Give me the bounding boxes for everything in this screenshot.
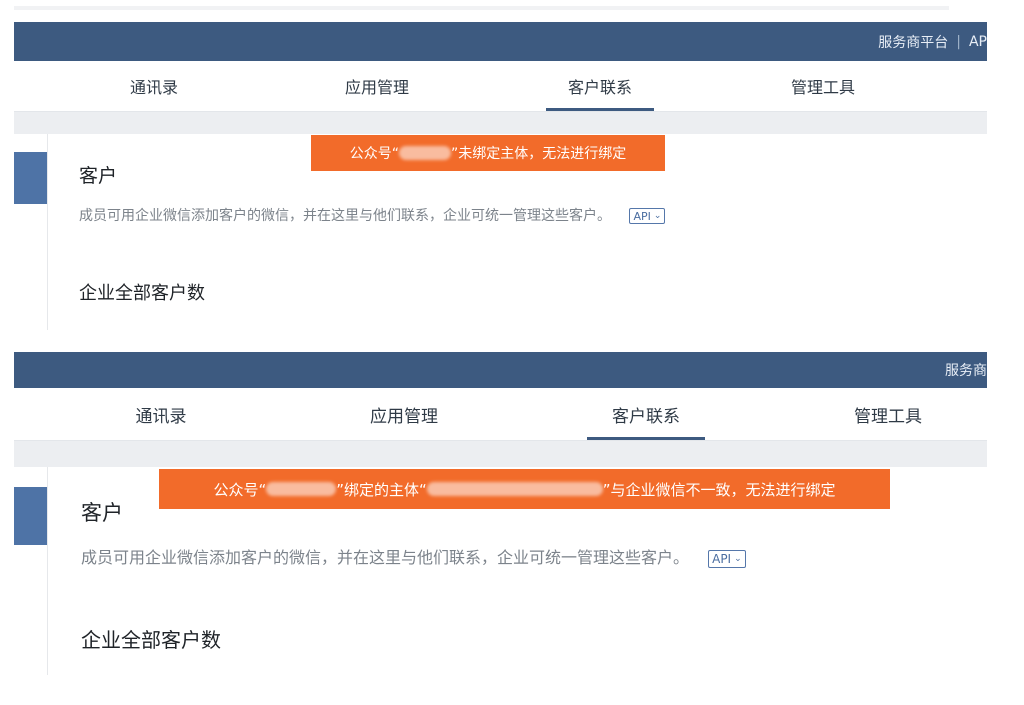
- toast-text-2: ”绑定的主体“: [336, 480, 427, 499]
- top-bar-separator: |: [956, 33, 961, 50]
- screenshot-2: 服务商 通讯录 应用管理 客户联系 管理工具 公众号“ ”绑定的主体“ ”与企业…: [14, 350, 987, 680]
- top-bar-links: 服务商平台 | AP: [878, 22, 987, 61]
- chevron-down-icon: ⌄: [653, 211, 662, 221]
- api-badge[interactable]: API ⌄: [629, 208, 666, 224]
- api-link[interactable]: AP: [969, 34, 987, 50]
- nav-tabs: 通讯录 应用管理 客户联系 管理工具: [14, 61, 987, 112]
- error-toast: 公众号“ ”绑定的主体“ ”与企业微信不一致，无法进行绑定: [159, 469, 890, 509]
- tab-contacts[interactable]: 通讯录: [114, 388, 208, 440]
- redacted-account-name: [266, 482, 337, 496]
- page-title: 客户: [81, 501, 123, 525]
- page-title: 客户: [79, 165, 118, 187]
- section-title: 企业全部客户数: [79, 283, 205, 304]
- section-title: 企业全部客户数: [81, 628, 221, 652]
- toast-text-3: ”与企业微信不一致，无法进行绑定: [602, 480, 836, 499]
- description-text: 成员可用企业微信添加客户的微信，并在这里与他们联系，企业可统一管理这些客户。: [79, 208, 611, 224]
- top-bar-links: 服务商: [945, 352, 987, 388]
- top-bar: 服务商平台 | AP: [14, 22, 987, 61]
- api-badge-label: API: [633, 209, 651, 223]
- screenshot-1: 服务商平台 | AP 通讯录 应用管理 客户联系 管理工具 公众号“ ”未绑定主…: [14, 0, 987, 335]
- sidebar-active-indicator: [14, 152, 47, 204]
- sidebar-active-indicator: [14, 487, 47, 545]
- gray-band: [14, 112, 987, 134]
- tab-management-tools[interactable]: 管理工具: [778, 61, 868, 111]
- toast-text-2: ”未绑定主体，无法进行绑定: [451, 146, 627, 162]
- tab-customer-contact[interactable]: 客户联系: [587, 388, 705, 440]
- tab-contacts[interactable]: 通讯录: [112, 61, 196, 111]
- redacted-account-name: [399, 146, 451, 160]
- tab-app-management[interactable]: 应用管理: [332, 61, 422, 111]
- gray-band: [14, 441, 987, 467]
- api-badge-label: API: [712, 551, 732, 566]
- toast-text-1: 公众号“: [349, 146, 399, 162]
- error-toast: 公众号“ ”未绑定主体，无法进行绑定: [311, 135, 665, 171]
- toast-text-1: 公众号“: [213, 480, 267, 499]
- page-description: 成员可用企业微信添加客户的微信，并在这里与他们联系，企业可统一管理这些客户。 A…: [81, 544, 746, 568]
- tab-customer-contact[interactable]: 客户联系: [546, 61, 654, 111]
- service-platform-link[interactable]: 服务商: [945, 360, 987, 380]
- tab-management-tools[interactable]: 管理工具: [838, 388, 938, 440]
- tab-app-management[interactable]: 应用管理: [354, 388, 454, 440]
- description-text: 成员可用企业微信添加客户的微信，并在这里与他们联系，企业可统一管理这些客户。: [81, 548, 690, 567]
- top-bar: 服务商: [14, 352, 987, 388]
- chevron-down-icon: ⌄: [734, 553, 742, 564]
- redacted-entity-name: [426, 482, 603, 496]
- service-platform-link[interactable]: 服务商平台: [878, 32, 948, 52]
- page-description: 成员可用企业微信添加客户的微信，并在这里与他们联系，企业可统一管理这些客户。 A…: [79, 205, 666, 225]
- nav-tabs: 通讯录 应用管理 客户联系 管理工具: [14, 388, 987, 441]
- api-badge[interactable]: API ⌄: [708, 549, 746, 568]
